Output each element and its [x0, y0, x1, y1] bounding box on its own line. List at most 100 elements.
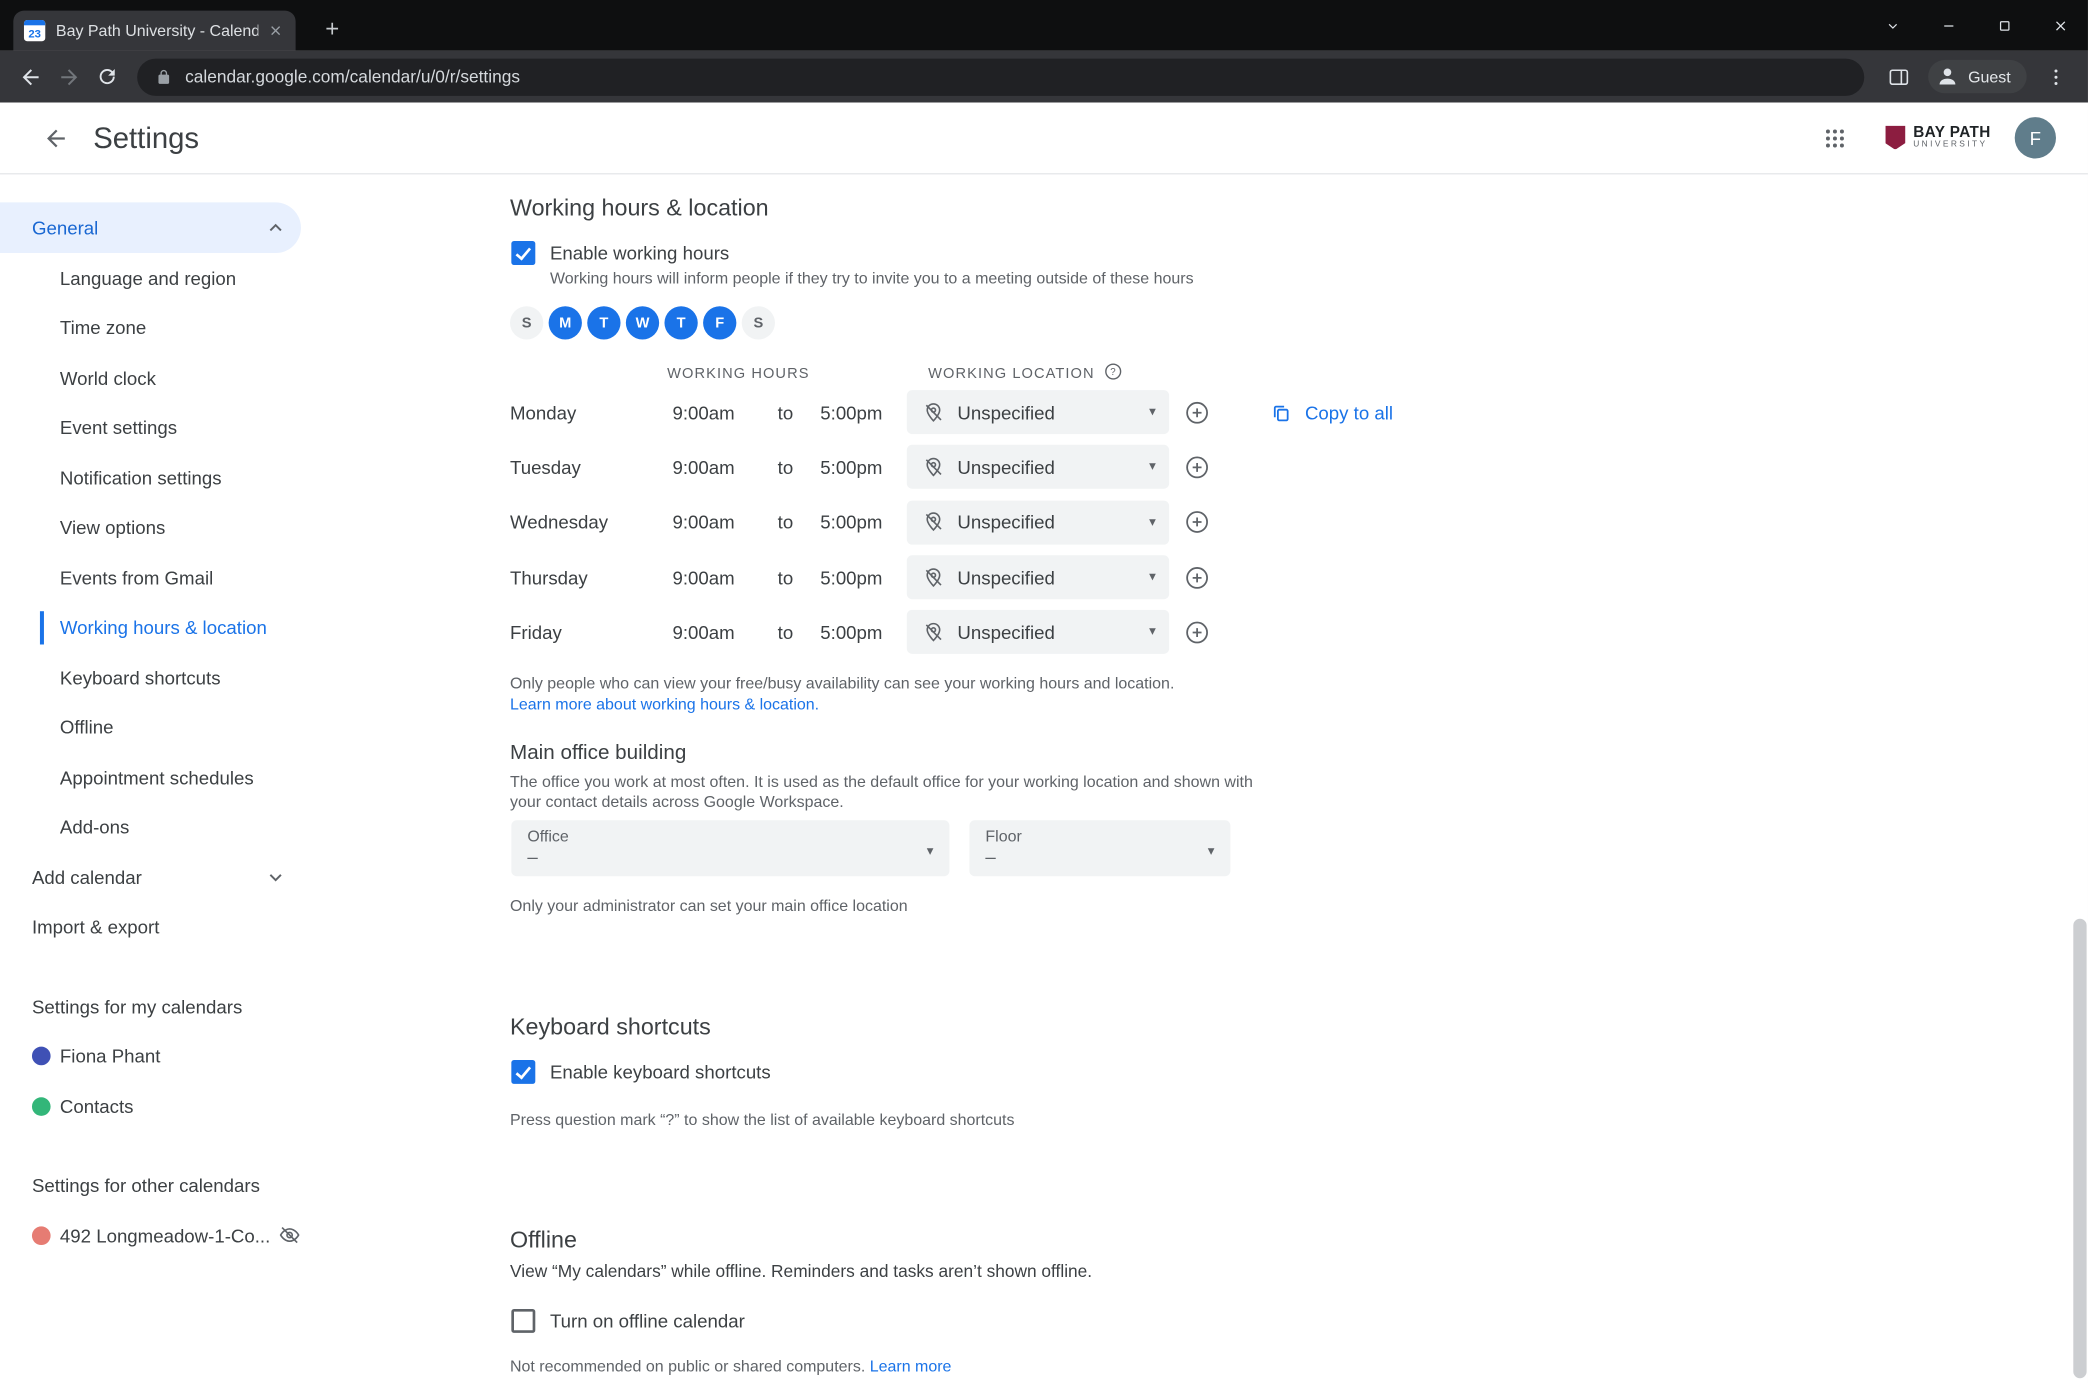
- end-time-button[interactable]: 5:00pm: [820, 567, 907, 588]
- start-time-button[interactable]: 9:00am: [672, 457, 777, 478]
- settings-content: Working hours & location Enable working …: [510, 174, 2055, 1383]
- day-chip-tuesday[interactable]: T: [587, 306, 620, 339]
- sidebar-item-import-export[interactable]: Import & export: [0, 902, 301, 952]
- admin-note: Only your administrator can set your mai…: [510, 895, 908, 916]
- working-location-select[interactable]: Unspecified ▾: [907, 610, 1169, 654]
- day-chip-friday[interactable]: F: [703, 306, 736, 339]
- end-time-button[interactable]: 5:00pm: [820, 622, 907, 643]
- calendar-color-dot: [32, 1097, 51, 1116]
- working-hours-row-tuesday: Tuesday 9:00am to 5:00pm Unspecified ▾: [510, 440, 1393, 495]
- office-select[interactable]: Office – ▾: [511, 820, 949, 876]
- day-chip-saturday[interactable]: S: [742, 306, 775, 339]
- to-label: to: [778, 512, 821, 533]
- url-bar[interactable]: calendar.google.com/calendar/u/0/r/setti…: [137, 58, 1864, 95]
- profile-chip[interactable]: Guest: [1928, 60, 2027, 93]
- start-time-button[interactable]: 9:00am: [672, 622, 777, 643]
- floor-select[interactable]: Floor – ▾: [969, 820, 1230, 876]
- offline-calendar-block: Turn on offline calendar: [511, 1309, 744, 1333]
- add-period-icon[interactable]: [1180, 395, 1215, 430]
- window-minimize-icon[interactable]: [1920, 0, 1976, 51]
- day-chip-wednesday[interactable]: W: [626, 306, 659, 339]
- sidebar-item-appointment-schedules[interactable]: Appointment schedules: [0, 752, 373, 802]
- end-time-button[interactable]: 5:00pm: [820, 402, 907, 423]
- tab-close-icon[interactable]: [264, 19, 288, 43]
- main-office-desc: The office you work at most often. It is…: [510, 772, 1256, 812]
- end-time-button[interactable]: 5:00pm: [820, 457, 907, 478]
- sidebar-item-event-settings[interactable]: Event settings: [0, 403, 373, 453]
- offline-calendar-label: Turn on offline calendar: [550, 1309, 745, 1333]
- start-time-button[interactable]: 9:00am: [672, 512, 777, 533]
- new-tab-button[interactable]: [314, 11, 349, 46]
- sidebar-item-time-zone[interactable]: Time zone: [0, 303, 373, 353]
- sidebar-item-notification-settings[interactable]: Notification settings: [0, 453, 373, 503]
- to-label: to: [778, 402, 821, 423]
- day-chip-thursday[interactable]: T: [664, 306, 697, 339]
- copy-to-all-button[interactable]: Copy to all: [1270, 402, 1393, 423]
- working-hours-table-header: WORKING HOURS WORKING LOCATION ?: [510, 362, 1123, 385]
- availability-note: Only people who can view your free/busy …: [510, 672, 1174, 693]
- sidebar-item-view-options[interactable]: View options: [0, 503, 373, 553]
- back-arrow-icon[interactable]: [29, 111, 82, 164]
- page-scrollbar[interactable]: [2073, 919, 2086, 1378]
- browser-menu-icon[interactable]: [2035, 57, 2078, 96]
- sidebar-item-offline[interactable]: Offline: [0, 702, 373, 752]
- day-chip-monday[interactable]: M: [549, 306, 582, 339]
- enable-keyboard-shortcuts-checkbox[interactable]: [511, 1060, 535, 1084]
- calendar-color-dot: [32, 1226, 51, 1245]
- sidebar-item-events-from-gmail[interactable]: Events from Gmail: [0, 553, 373, 603]
- forward-icon[interactable]: [49, 57, 88, 96]
- working-location-select[interactable]: Unspecified ▾: [907, 500, 1169, 544]
- sidebar-item-fiona-phant[interactable]: Fiona Phant: [0, 1031, 317, 1081]
- svg-text:?: ?: [1110, 367, 1116, 378]
- location-off-icon: [923, 622, 944, 643]
- sidebar-item-add-ons[interactable]: Add-ons: [0, 802, 373, 852]
- enable-keyboard-shortcuts-label: Enable keyboard shortcuts: [550, 1060, 771, 1084]
- start-time-button[interactable]: 9:00am: [672, 567, 777, 588]
- sidebar-item-general[interactable]: General: [0, 202, 301, 253]
- working-hours-table: Monday 9:00am to 5:00pm Unspecified ▾ Co: [510, 385, 1393, 660]
- day-label: Monday: [510, 402, 672, 423]
- chevron-up-icon: [264, 216, 288, 240]
- window-close-icon[interactable]: [2032, 0, 2088, 51]
- sidebar-item-492-longmeadow[interactable]: 492 Longmeadow-1-Co...: [0, 1210, 317, 1260]
- working-hours-learn-more-link[interactable]: Learn more about working hours & locatio…: [510, 694, 1174, 715]
- sidebar-item-contacts[interactable]: Contacts: [0, 1081, 317, 1131]
- apps-grid-icon[interactable]: [1808, 111, 1861, 164]
- enable-working-hours-checkbox[interactable]: [511, 241, 535, 265]
- sidebar-item-add-calendar[interactable]: Add calendar: [0, 852, 301, 902]
- window-maximize-icon[interactable]: [1976, 0, 2032, 51]
- day-chip-sunday[interactable]: S: [510, 306, 543, 339]
- page-header: Settings BAY PATH UNIVERSITY F: [0, 103, 2088, 175]
- offline-learn-more-link[interactable]: Learn more: [870, 1357, 952, 1376]
- visibility-off-icon[interactable]: [278, 1224, 301, 1247]
- sidebar-item-world-clock[interactable]: World clock: [0, 353, 373, 403]
- add-period-icon[interactable]: [1180, 505, 1215, 540]
- working-hours-row-friday: Friday 9:00am to 5:00pm Unspecified ▾: [510, 605, 1393, 660]
- location-off-icon: [923, 512, 944, 533]
- working-location-select[interactable]: Unspecified ▾: [907, 445, 1169, 489]
- sidebar-item-keyboard-shortcuts[interactable]: Keyboard shortcuts: [0, 652, 373, 702]
- offline-section-title: Offline: [510, 1226, 577, 1254]
- end-time-button[interactable]: 5:00pm: [820, 512, 907, 533]
- side-panel-icon[interactable]: [1878, 57, 1921, 96]
- working-location-select[interactable]: Unspecified ▾: [907, 555, 1169, 599]
- browser-window: 23 Bay Path University - Calendar -: [0, 0, 2088, 1383]
- other-calendars-heading: Settings for other calendars: [0, 1160, 399, 1210]
- browser-tab[interactable]: 23 Bay Path University - Calendar -: [13, 11, 295, 51]
- add-period-icon[interactable]: [1180, 450, 1215, 485]
- sidebar-item-language-and-region[interactable]: Language and region: [0, 253, 373, 303]
- back-icon[interactable]: [11, 57, 50, 96]
- offline-calendar-checkbox[interactable]: [511, 1309, 535, 1333]
- add-period-icon[interactable]: [1180, 560, 1215, 595]
- window-menu-chevron-icon[interactable]: [1864, 0, 1920, 51]
- help-icon[interactable]: ?: [1104, 362, 1123, 385]
- reload-icon[interactable]: [88, 57, 127, 96]
- location-off-icon: [923, 402, 944, 423]
- working-hours-row-wednesday: Wednesday 9:00am to 5:00pm Unspecified ▾: [510, 495, 1393, 550]
- sidebar-item-working-hours-location[interactable]: Working hours & location: [0, 603, 373, 653]
- working-location-select[interactable]: Unspecified ▾: [907, 390, 1169, 434]
- add-period-icon[interactable]: [1180, 615, 1215, 650]
- browser-toolbar: calendar.google.com/calendar/u/0/r/setti…: [0, 51, 2088, 103]
- start-time-button[interactable]: 9:00am: [672, 402, 777, 423]
- account-avatar[interactable]: F: [2015, 117, 2056, 158]
